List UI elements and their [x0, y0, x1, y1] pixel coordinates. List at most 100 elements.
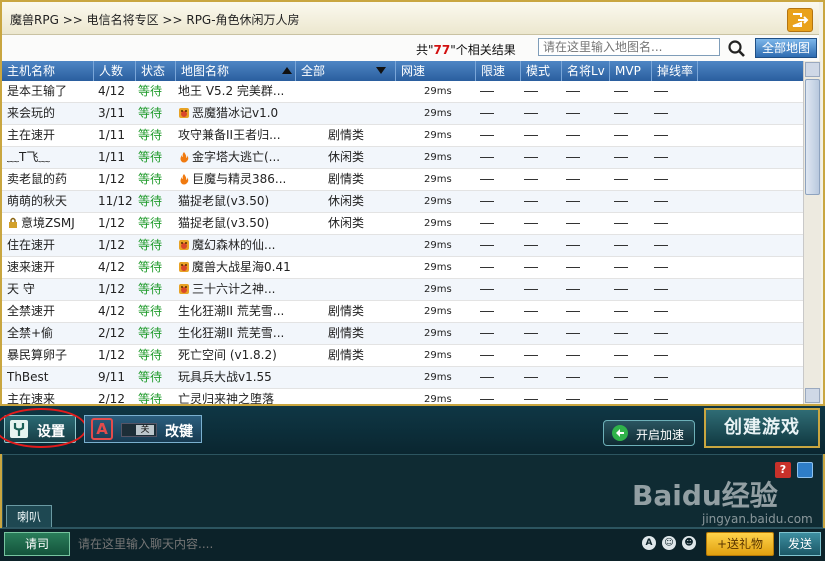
cell-status: 等待 [138, 389, 162, 404]
map-search-input[interactable] [538, 38, 720, 56]
key-remap-button[interactable]: A 关 改键 [84, 415, 202, 443]
search-icon[interactable] [726, 38, 748, 58]
cell-status: 等待 [138, 235, 162, 256]
cell-host: 全禁+偷 [7, 323, 53, 344]
empty-dash [480, 157, 494, 158]
col-host[interactable]: 主机名称 [2, 61, 94, 81]
cell-text: 2/12 [98, 326, 125, 340]
table-row[interactable]: 全禁速开 4/12 等待 生化狂潮II 荒芜雪... 剧情类 29ms [2, 301, 803, 323]
col-lv[interactable]: 名将Lv [562, 61, 610, 81]
empty-dash [566, 91, 580, 92]
send-gift-button[interactable]: +送礼物 [706, 532, 774, 556]
empty-dash [524, 201, 538, 202]
font-a-icon[interactable]: A [642, 536, 656, 550]
table-row[interactable]: 来会玩的 3/11 等待 恶魔猎冰记v1.0 29ms [2, 103, 803, 125]
scrollbar[interactable] [803, 61, 821, 404]
col-status[interactable]: 状态 [136, 61, 176, 81]
exit-room-button[interactable] [787, 8, 813, 32]
cell-host: 主在速来 [7, 389, 55, 404]
cell-host: 天 守 [7, 279, 35, 300]
smile-icon[interactable]: ☻ [682, 536, 696, 550]
empty-dash [654, 157, 668, 158]
empty-dash [654, 91, 668, 92]
empty-dash [566, 267, 580, 268]
emoji-icon[interactable]: ☺ [662, 536, 676, 550]
empty-dash [524, 377, 538, 378]
empty-dash [654, 377, 668, 378]
tab-horn[interactable]: 喇叭 [6, 505, 52, 527]
empty-dash [480, 355, 494, 356]
cell-host: ThBest [7, 367, 49, 388]
whisper-button[interactable]: 请司 [4, 532, 70, 556]
empty-dash [654, 289, 668, 290]
col-speed-limit[interactable]: 限速 [476, 61, 521, 81]
cell-players: 4/12 [98, 301, 125, 322]
breadcrumb[interactable]: 魔兽RPG >> 电信名将专区 >> RPG-角色休闲万人房 [10, 11, 300, 28]
scroll-up-button[interactable] [805, 62, 820, 77]
table-row[interactable]: 天 守 1/12 等待 三十六计之神... 29ms [2, 279, 803, 301]
empty-dash [524, 223, 538, 224]
table-row[interactable]: 主在速开 1/11 等待 攻守兼备II王者归... 剧情类 29ms [2, 125, 803, 147]
empty-dash [614, 245, 628, 246]
cell-type: 剧情类 [328, 345, 364, 366]
cell-text: 猫捉老鼠(v3.50) [178, 216, 270, 230]
cell-host: ﹏T飞﹏ [7, 147, 50, 168]
remap-toggle[interactable]: 关 [121, 423, 157, 437]
empty-dash [654, 245, 668, 246]
cell-players: 2/12 [98, 323, 125, 344]
cell-players: 9/11 [98, 367, 125, 388]
cell-text: 生化狂潮II 荒芜雪... [178, 326, 285, 340]
cell-map: 猫捉老鼠(v3.50) [178, 191, 269, 212]
table-row[interactable]: 意境ZSMJ 1/12 等待 猫捉老鼠(v3.50) 休闲类 29ms [2, 213, 803, 235]
create-game-button[interactable]: 创建游戏 [704, 408, 820, 448]
sort-asc-icon[interactable] [282, 67, 292, 74]
cell-text: 29ms [424, 350, 452, 361]
send-button[interactable]: 发送 [779, 532, 821, 556]
chat-input[interactable] [74, 532, 634, 556]
col-map[interactable]: 地图名称 [176, 61, 296, 81]
col-ping[interactable]: 网速 [396, 61, 476, 81]
col-drop-rate[interactable]: 掉线率 [652, 61, 698, 81]
scroll-down-button[interactable] [805, 388, 820, 403]
scroll-thumb[interactable] [805, 79, 820, 195]
col-mode[interactable]: 模式 [521, 61, 562, 81]
empty-dash [566, 399, 580, 400]
empty-dash [614, 223, 628, 224]
empty-dash [614, 91, 628, 92]
cell-text: 29ms [424, 328, 452, 339]
table-row[interactable]: 速来速开 4/12 等待 魔兽大战星海0.41 29ms [2, 257, 803, 279]
empty-dash [614, 201, 628, 202]
empty-dash [614, 179, 628, 180]
cell-text: 等待 [138, 194, 163, 208]
table-row[interactable]: 卖老鼠的药 1/12 等待 巨魔与精灵386... 剧情类 29ms [2, 169, 803, 191]
table-row[interactable]: 萌萌的秋天 11/12 等待 猫捉老鼠(v3.50) 休闲类 29ms [2, 191, 803, 213]
enable-accel-button[interactable]: 开启加速 [603, 420, 695, 446]
table-row[interactable]: ThBest 9/11 等待 玩具兵大战v1.55 29ms [2, 367, 803, 389]
cell-host: 意境ZSMJ [7, 213, 75, 234]
cell-status: 等待 [138, 125, 162, 146]
cell-ping: 29ms [424, 213, 452, 234]
window-icon[interactable] [797, 462, 813, 478]
cell-status: 等待 [138, 279, 162, 300]
table-row[interactable]: ﹏T飞﹏ 1/11 等待 金字塔大逃亡(... 休闲类 29ms [2, 147, 803, 169]
empty-dash [524, 179, 538, 180]
cell-text: 主在速来 [7, 392, 56, 404]
cell-host: 萌萌的秋天 [7, 191, 67, 212]
table-row[interactable]: 暴民算卵子 1/12 等待 死亡空间 (v1.8.2) 剧情类 29ms [2, 345, 803, 367]
table-row[interactable]: 全禁+偷 2/12 等待 生化狂潮II 荒芜雪... 剧情类 29ms [2, 323, 803, 345]
help-icon[interactable]: ? [775, 462, 791, 478]
cell-text: 剧情类 [328, 128, 365, 142]
cell-players: 1/12 [98, 279, 125, 300]
table-row[interactable]: 主在速来 2/12 等待 亡灵归来神之堕落 29ms [2, 389, 803, 404]
breadcrumb-bar: 魔兽RPG >> 电信名将专区 >> RPG-角色休闲万人房 [2, 2, 819, 35]
cell-text: 29ms [424, 218, 452, 229]
table-row[interactable]: 住在速开 1/12 等待 魔幻森林的仙... 29ms [2, 235, 803, 257]
settings-button[interactable]: 设置 [0, 408, 87, 448]
table-row[interactable]: 是本王输了 4/12 等待 地王 V5.2 完美群... 29ms [2, 81, 803, 103]
dropdown-arrow-icon[interactable] [376, 67, 386, 74]
cell-text: 主在速开 [7, 128, 56, 142]
cell-text: 剧情类 [328, 326, 365, 340]
col-players[interactable]: 人数 [94, 61, 136, 81]
all-maps-button[interactable]: 全部地图 [755, 38, 817, 58]
col-mvp[interactable]: MVP [610, 61, 652, 81]
